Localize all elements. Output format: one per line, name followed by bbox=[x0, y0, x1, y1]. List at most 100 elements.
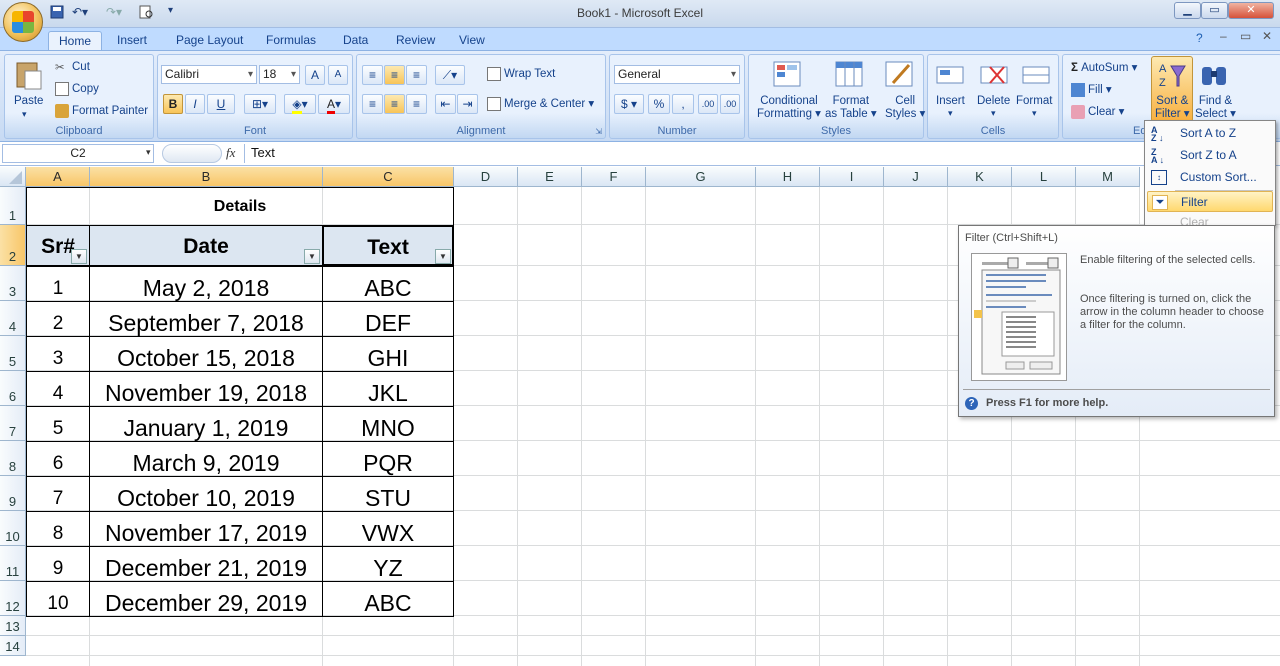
column-header-l[interactable]: L bbox=[1012, 167, 1076, 187]
ribbon-restore-icon[interactable]: ▭ bbox=[1240, 29, 1251, 43]
tab-formulas[interactable]: Formulas bbox=[256, 31, 326, 50]
fill-button[interactable]: Fill ▾ bbox=[1071, 82, 1112, 97]
table-title-cell[interactable]: Details bbox=[26, 187, 454, 225]
conditional-formatting-button[interactable]: Conditional Formatting ▾ bbox=[757, 95, 821, 121]
format-painter-button[interactable]: Format Painter bbox=[55, 104, 148, 118]
borders-button[interactable]: ⊞▾ bbox=[244, 94, 276, 114]
cell-styles-button[interactable]: Cell Styles ▾ bbox=[885, 95, 925, 121]
cell-date[interactable]: November 19, 2018 bbox=[89, 371, 323, 407]
minimize-button[interactable]: ▁ bbox=[1174, 2, 1201, 19]
cell-date[interactable]: December 21, 2019 bbox=[89, 546, 323, 582]
row-header-4[interactable]: 4 bbox=[0, 301, 26, 336]
row-header-5[interactable]: 5 bbox=[0, 336, 26, 371]
cell-text[interactable]: VWX bbox=[322, 511, 454, 547]
select-all-button[interactable] bbox=[0, 167, 26, 187]
bold-button[interactable]: B bbox=[163, 94, 183, 114]
cell-sr[interactable]: 2 bbox=[26, 301, 90, 337]
workbook-close-icon[interactable]: ✕ bbox=[1262, 29, 1272, 43]
cell-date[interactable]: October 10, 2019 bbox=[89, 476, 323, 512]
row-header-2[interactable]: 2 bbox=[0, 225, 26, 266]
row-header-7[interactable]: 7 bbox=[0, 406, 26, 441]
orientation-icon[interactable]: ⟋▾ bbox=[435, 65, 465, 85]
cell-sr[interactable]: 8 bbox=[26, 511, 90, 547]
row-header-12[interactable]: 12 bbox=[0, 581, 26, 616]
office-button[interactable] bbox=[3, 2, 43, 42]
align-bottom-icon[interactable]: ≡ bbox=[406, 65, 427, 85]
column-header-h[interactable]: H bbox=[756, 167, 820, 187]
cell-sr[interactable]: 5 bbox=[26, 406, 90, 442]
row-header-10[interactable]: 10 bbox=[0, 511, 26, 546]
column-header-d[interactable]: D bbox=[454, 167, 518, 187]
column-header-f[interactable]: F bbox=[582, 167, 646, 187]
row-header-1[interactable]: 1 bbox=[0, 187, 26, 225]
name-box[interactable]: C2 bbox=[2, 144, 154, 163]
row-header-13[interactable]: 13 bbox=[0, 616, 26, 636]
cell-sr[interactable]: 9 bbox=[26, 546, 90, 582]
tab-review[interactable]: Review bbox=[386, 31, 445, 50]
filter-dropdown-text[interactable]: ▼ bbox=[435, 249, 451, 264]
menu-item-sort-az[interactable]: AZ ↓ Sort A to Z bbox=[1147, 123, 1273, 144]
insert-function-icon[interactable]: fx bbox=[226, 145, 235, 161]
wrap-text-button[interactable]: Wrap Text bbox=[487, 67, 555, 81]
cell-date[interactable]: November 17, 2019 bbox=[89, 511, 323, 547]
column-header-e[interactable]: E bbox=[518, 167, 582, 187]
tab-view[interactable]: View bbox=[449, 31, 495, 50]
currency-button[interactable]: $ ▾ bbox=[614, 94, 644, 114]
align-center-icon[interactable]: ≡ bbox=[384, 94, 405, 114]
row-header-14[interactable]: 14 bbox=[0, 636, 26, 656]
name-box-dropdown-icon[interactable]: ▾ bbox=[146, 147, 151, 158]
cell-date[interactable]: September 7, 2018 bbox=[89, 301, 323, 337]
column-header-j[interactable]: J bbox=[884, 167, 948, 187]
format-as-table-button[interactable]: Format as Table ▾ bbox=[825, 95, 877, 121]
font-color-button[interactable]: A▾ bbox=[318, 94, 350, 114]
cell-text[interactable]: PQR bbox=[322, 441, 454, 477]
cell-text[interactable]: DEF bbox=[322, 301, 454, 337]
row-header-8[interactable]: 8 bbox=[0, 441, 26, 476]
cell-date[interactable]: January 1, 2019 bbox=[89, 406, 323, 442]
column-header-g[interactable]: G bbox=[646, 167, 756, 187]
header-cell-date[interactable]: Date bbox=[89, 225, 323, 266]
increase-indent-icon[interactable]: ⇥ bbox=[457, 94, 478, 114]
format-button[interactable]: Format ▾ bbox=[1016, 95, 1052, 119]
column-header-b[interactable]: B bbox=[90, 167, 323, 187]
comma-button[interactable]: , bbox=[672, 94, 694, 114]
cell-sr[interactable]: 3 bbox=[26, 336, 90, 372]
tab-home[interactable]: Home bbox=[48, 31, 103, 50]
fill-color-button[interactable]: ◈▾ bbox=[284, 94, 316, 114]
help-icon[interactable]: ? bbox=[1196, 31, 1203, 45]
cell-date[interactable]: October 15, 2018 bbox=[89, 336, 323, 372]
cell-text[interactable]: YZ bbox=[322, 546, 454, 582]
cell-sr[interactable]: 4 bbox=[26, 371, 90, 407]
row-header-11[interactable]: 11 bbox=[0, 546, 26, 581]
underline-button[interactable]: U bbox=[207, 94, 235, 114]
close-button[interactable]: ✕ bbox=[1228, 2, 1274, 19]
column-header-k[interactable]: K bbox=[948, 167, 1012, 187]
cell-date[interactable]: March 9, 2019 bbox=[89, 441, 323, 477]
number-format-combo[interactable]: General bbox=[614, 65, 740, 84]
paste-icon[interactable] bbox=[13, 59, 43, 90]
cell-sr[interactable]: 1 bbox=[26, 266, 90, 302]
column-header-m[interactable]: M bbox=[1076, 167, 1140, 187]
delete-button[interactable]: Delete ▾ bbox=[977, 95, 1010, 119]
paste-button[interactable]: Paste bbox=[14, 95, 43, 107]
column-header-a[interactable]: A bbox=[26, 167, 90, 187]
row-header-6[interactable]: 6 bbox=[0, 371, 26, 406]
cell-text[interactable]: GHI bbox=[322, 336, 454, 372]
tab-page-layout[interactable]: Page Layout bbox=[166, 31, 253, 50]
copy-button[interactable]: Copy bbox=[55, 82, 99, 96]
font-name-combo[interactable]: Calibri bbox=[161, 65, 257, 84]
font-size-combo[interactable]: 18 bbox=[259, 65, 300, 84]
column-header-i[interactable]: I bbox=[820, 167, 884, 187]
align-top-icon[interactable]: ≡ bbox=[362, 65, 383, 85]
cell-text[interactable]: JKL bbox=[322, 371, 454, 407]
column-header-c[interactable]: C bbox=[323, 167, 454, 187]
cell-text[interactable]: STU bbox=[322, 476, 454, 512]
increase-decimal-button[interactable]: .00 bbox=[698, 94, 718, 114]
cell-sr[interactable]: 10 bbox=[26, 581, 90, 617]
italic-button[interactable]: I bbox=[185, 94, 205, 114]
filter-dropdown-sr[interactable]: ▼ bbox=[71, 249, 87, 264]
menu-item-sort-za[interactable]: ZA ↓ Sort Z to A bbox=[1147, 145, 1273, 166]
shrink-font-button[interactable]: A bbox=[328, 65, 348, 85]
clear-button[interactable]: Clear ▾ bbox=[1071, 104, 1124, 119]
row-header-3[interactable]: 3 bbox=[0, 266, 26, 301]
